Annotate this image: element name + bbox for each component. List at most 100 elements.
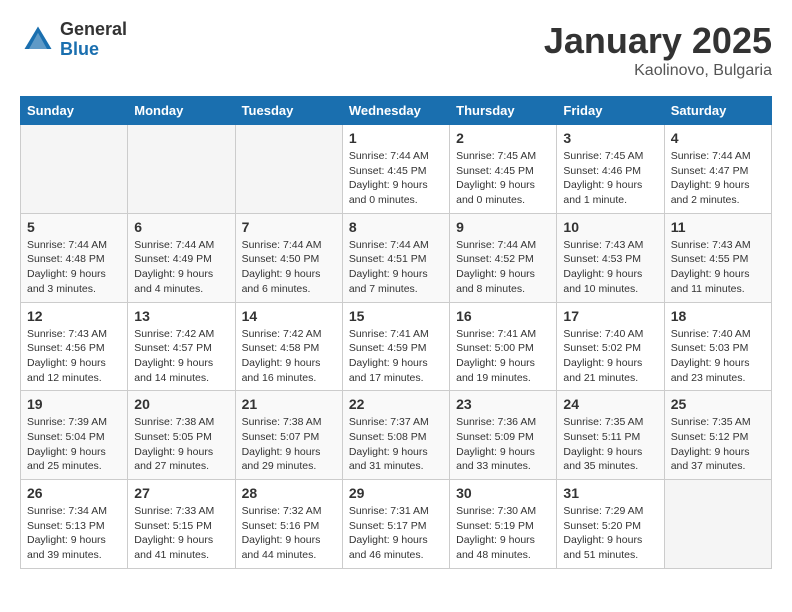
calendar-day-cell: 29 Sunrise: 7:31 AMSunset: 5:17 PMDayligh… (342, 480, 449, 569)
day-info: Sunrise: 7:44 AMSunset: 4:45 PMDaylight:… (349, 149, 443, 208)
calendar-day-cell: 25 Sunrise: 7:35 AMSunset: 5:12 PMDayligh… (664, 391, 771, 480)
weekday-header-monday: Monday (128, 97, 235, 125)
day-number: 10 (563, 219, 657, 235)
day-number: 27 (134, 485, 228, 501)
day-number: 21 (242, 396, 336, 412)
calendar-day-cell: 21 Sunrise: 7:38 AMSunset: 5:07 PMDayligh… (235, 391, 342, 480)
logo-text: General Blue (60, 20, 127, 60)
calendar-day-cell: 17 Sunrise: 7:40 AMSunset: 5:02 PMDayligh… (557, 302, 664, 391)
logo: General Blue (20, 20, 127, 60)
calendar-day-cell: 8 Sunrise: 7:44 AMSunset: 4:51 PMDaylight… (342, 213, 449, 302)
day-number: 23 (456, 396, 550, 412)
day-info: Sunrise: 7:34 AMSunset: 5:13 PMDaylight:… (27, 504, 121, 563)
logo-icon (20, 22, 56, 58)
day-info: Sunrise: 7:41 AMSunset: 5:00 PMDaylight:… (456, 327, 550, 386)
calendar-day-cell (664, 480, 771, 569)
calendar-day-cell: 19Sunrise: 7:39 AMSunset: 5:04 PMDayligh… (21, 391, 128, 480)
calendar-day-cell (128, 125, 235, 214)
day-info: Sunrise: 7:37 AMSunset: 5:08 PMDaylight:… (349, 415, 443, 474)
day-number: 29 (349, 485, 443, 501)
calendar-day-cell: 20 Sunrise: 7:38 AMSunset: 5:05 PMDayligh… (128, 391, 235, 480)
logo-blue: Blue (60, 40, 127, 60)
calendar-day-cell: 15Sunrise: 7:41 AMSunset: 4:59 PMDayligh… (342, 302, 449, 391)
day-number: 22 (349, 396, 443, 412)
day-info: Sunrise: 7:31 AMSunset: 5:17 PMDaylight:… (349, 504, 443, 563)
calendar-day-cell: 10 Sunrise: 7:43 AMSunset: 4:53 PMDayligh… (557, 213, 664, 302)
day-number: 30 (456, 485, 550, 501)
calendar-day-cell: 26 Sunrise: 7:34 AMSunset: 5:13 PMDayligh… (21, 480, 128, 569)
weekday-header-friday: Friday (557, 97, 664, 125)
day-number: 16 (456, 308, 550, 324)
day-number: 11 (671, 219, 765, 235)
calendar-day-cell: 27 Sunrise: 7:33 AMSunset: 5:15 PMDayligh… (128, 480, 235, 569)
day-info: Sunrise: 7:42 AMSunset: 4:58 PMDaylight:… (242, 327, 336, 386)
day-number: 25 (671, 396, 765, 412)
calendar-day-cell: 2 Sunrise: 7:45 AMSunset: 4:45 PMDaylight… (450, 125, 557, 214)
calendar-day-cell: 22 Sunrise: 7:37 AMSunset: 5:08 PMDayligh… (342, 391, 449, 480)
calendar-day-cell: 1Sunrise: 7:44 AMSunset: 4:45 PMDaylight… (342, 125, 449, 214)
calendar-day-cell: 16 Sunrise: 7:41 AMSunset: 5:00 PMDayligh… (450, 302, 557, 391)
day-info: Sunrise: 7:40 AMSunset: 5:02 PMDaylight:… (563, 327, 657, 386)
calendar-day-cell (235, 125, 342, 214)
day-info: Sunrise: 7:40 AMSunset: 5:03 PMDaylight:… (671, 327, 765, 386)
calendar-day-cell: 23Sunrise: 7:36 AMSunset: 5:09 PMDayligh… (450, 391, 557, 480)
day-number: 12 (27, 308, 121, 324)
day-info: Sunrise: 7:45 AMSunset: 4:45 PMDaylight:… (456, 149, 550, 208)
calendar-day-cell: 13Sunrise: 7:42 AMSunset: 4:57 PMDayligh… (128, 302, 235, 391)
title-block: January 2025 Kaolinovo, Bulgaria (544, 20, 772, 80)
day-number: 26 (27, 485, 121, 501)
month-title: January 2025 (544, 20, 772, 62)
day-info: Sunrise: 7:44 AMSunset: 4:51 PMDaylight:… (349, 238, 443, 297)
day-info: Sunrise: 7:30 AMSunset: 5:19 PMDaylight:… (456, 504, 550, 563)
calendar-day-cell: 9Sunrise: 7:44 AMSunset: 4:52 PMDaylight… (450, 213, 557, 302)
day-info: Sunrise: 7:43 AMSunset: 4:53 PMDaylight:… (563, 238, 657, 297)
calendar-day-cell: 4Sunrise: 7:44 AMSunset: 4:47 PMDaylight… (664, 125, 771, 214)
day-number: 8 (349, 219, 443, 235)
day-number: 3 (563, 130, 657, 146)
day-number: 2 (456, 130, 550, 146)
calendar-week-row: 26 Sunrise: 7:34 AMSunset: 5:13 PMDayligh… (21, 480, 772, 569)
day-info: Sunrise: 7:38 AMSunset: 5:07 PMDaylight:… (242, 415, 336, 474)
day-number: 5 (27, 219, 121, 235)
calendar-day-cell: 28 Sunrise: 7:32 AMSunset: 5:16 PMDayligh… (235, 480, 342, 569)
day-info: Sunrise: 7:44 AMSunset: 4:48 PMDaylight:… (27, 238, 121, 297)
day-number: 18 (671, 308, 765, 324)
day-info: Sunrise: 7:35 AMSunset: 5:12 PMDaylight:… (671, 415, 765, 474)
day-number: 6 (134, 219, 228, 235)
day-info: Sunrise: 7:33 AMSunset: 5:15 PMDaylight:… (134, 504, 228, 563)
calendar-day-cell: 14Sunrise: 7:42 AMSunset: 4:58 PMDayligh… (235, 302, 342, 391)
weekday-header-thursday: Thursday (450, 97, 557, 125)
day-info: Sunrise: 7:35 AMSunset: 5:11 PMDaylight:… (563, 415, 657, 474)
day-info: Sunrise: 7:29 AMSunset: 5:20 PMDaylight:… (563, 504, 657, 563)
calendar-day-cell: 31 Sunrise: 7:29 AMSunset: 5:20 PMDayligh… (557, 480, 664, 569)
day-info: Sunrise: 7:43 AMSunset: 4:55 PMDaylight:… (671, 238, 765, 297)
day-number: 31 (563, 485, 657, 501)
calendar-week-row: 12Sunrise: 7:43 AMSunset: 4:56 PMDayligh… (21, 302, 772, 391)
calendar-week-row: 5 Sunrise: 7:44 AMSunset: 4:48 PMDaylight… (21, 213, 772, 302)
weekday-header-row: SundayMondayTuesdayWednesdayThursdayFrid… (21, 97, 772, 125)
calendar-day-cell: 6 Sunrise: 7:44 AMSunset: 4:49 PMDaylight… (128, 213, 235, 302)
day-number: 17 (563, 308, 657, 324)
calendar-day-cell: 11 Sunrise: 7:43 AMSunset: 4:55 PMDayligh… (664, 213, 771, 302)
day-info: Sunrise: 7:44 AMSunset: 4:49 PMDaylight:… (134, 238, 228, 297)
calendar-day-cell: 18 Sunrise: 7:40 AMSunset: 5:03 PMDayligh… (664, 302, 771, 391)
calendar-day-cell: 3Sunrise: 7:45 AMSunset: 4:46 PMDaylight… (557, 125, 664, 214)
calendar-week-row: 1Sunrise: 7:44 AMSunset: 4:45 PMDaylight… (21, 125, 772, 214)
day-number: 19 (27, 396, 121, 412)
day-info: Sunrise: 7:38 AMSunset: 5:05 PMDaylight:… (134, 415, 228, 474)
day-number: 28 (242, 485, 336, 501)
day-number: 20 (134, 396, 228, 412)
day-number: 7 (242, 219, 336, 235)
day-info: Sunrise: 7:32 AMSunset: 5:16 PMDaylight:… (242, 504, 336, 563)
weekday-header-wednesday: Wednesday (342, 97, 449, 125)
calendar-week-row: 19Sunrise: 7:39 AMSunset: 5:04 PMDayligh… (21, 391, 772, 480)
calendar-day-cell: 7 Sunrise: 7:44 AMSunset: 4:50 PMDaylight… (235, 213, 342, 302)
page-header: General Blue January 2025 Kaolinovo, Bul… (20, 20, 772, 80)
calendar-day-cell: 30 Sunrise: 7:30 AMSunset: 5:19 PMDayligh… (450, 480, 557, 569)
weekday-header-sunday: Sunday (21, 97, 128, 125)
day-number: 4 (671, 130, 765, 146)
day-number: 15 (349, 308, 443, 324)
logo-general: General (60, 20, 127, 40)
calendar-day-cell: 12Sunrise: 7:43 AMSunset: 4:56 PMDayligh… (21, 302, 128, 391)
day-info: Sunrise: 7:44 AMSunset: 4:50 PMDaylight:… (242, 238, 336, 297)
